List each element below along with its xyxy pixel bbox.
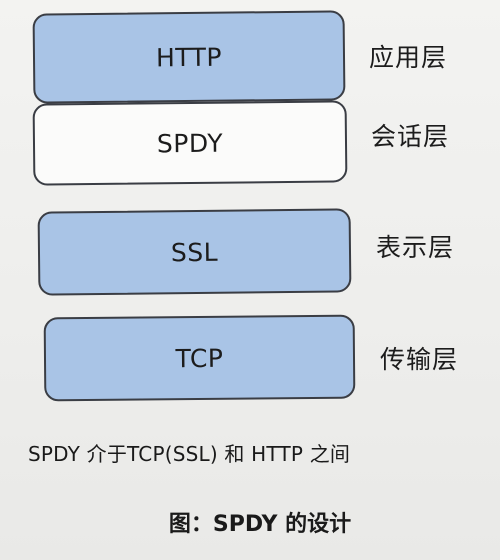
layer-name-presentation: 表示层 [376,233,455,262]
layer-protocol-label: SSL [170,237,219,267]
layer-name-transport: 传输层 [380,345,459,374]
layer-box-spdy: SPDY [32,100,348,186]
layer-box-ssl: SSL [37,208,352,296]
layer-name-application: 应用层 [369,43,448,72]
layer-name-session: 会话层 [371,122,450,151]
layer-box-http: HTTP [32,10,346,104]
layer-box-tcp: TCP [43,314,356,402]
layer-protocol-label: HTTP [155,42,223,72]
layer-protocol-label: SPDY [156,128,224,158]
protocol-stack-diagram: HTTP 应用层 SPDY 会话层 SSL 表示层 TCP 传输层 [0,0,500,420]
layer-protocol-label: TCP [175,343,224,373]
figure-caption: 图：SPDY 的设计 [168,512,352,537]
diagram-note: SPDY 介于TCP(SSL) 和 HTTP 之间 [28,442,351,466]
